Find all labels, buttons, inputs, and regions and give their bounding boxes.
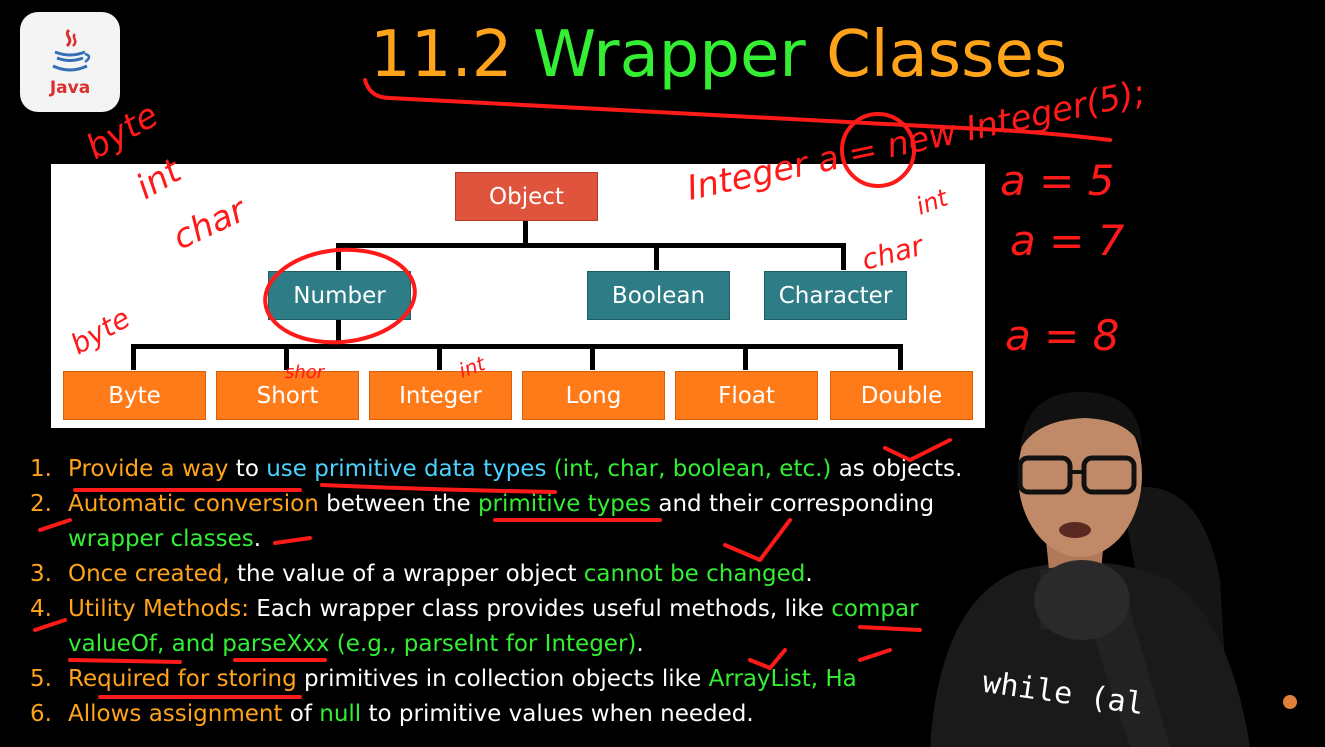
title-word-classes: Classes <box>826 18 1068 92</box>
node-boolean: Boolean <box>587 271 730 320</box>
node-character: Character <box>764 271 907 320</box>
connector <box>336 320 341 346</box>
points-list: 1. Provide a way to use primitive data ty… <box>30 452 1010 732</box>
connector <box>590 344 595 370</box>
class-hierarchy-diagram: Object Number Boolean Character Byte Sho… <box>51 164 985 428</box>
title-word-wrapper: Wrapper <box>532 18 806 92</box>
annotation-value-3: a = 8 <box>1005 311 1119 360</box>
point-2-continuation: wrapper classes. <box>68 526 262 552</box>
connector <box>841 243 846 270</box>
connector <box>131 344 136 370</box>
node-byte: Byte <box>63 371 206 420</box>
presenter-video: while (al <box>870 380 1325 747</box>
video-frame: Java 11.2 Wrapper Classes Object Number … <box>0 0 1325 747</box>
node-long: Long <box>522 371 665 420</box>
connector <box>336 243 341 270</box>
connector <box>336 243 846 248</box>
connector <box>898 344 903 370</box>
point-5: 5. Required for storing primitives in col… <box>30 666 857 692</box>
node-float: Float <box>675 371 818 420</box>
connector <box>437 344 442 370</box>
connector <box>131 344 903 349</box>
node-object: Object <box>455 172 598 221</box>
node-integer: Integer <box>369 371 512 420</box>
connector <box>743 344 748 370</box>
connector <box>523 221 528 245</box>
point-6: 6. Allows assignment of null to primitive… <box>30 701 754 727</box>
java-cup-icon <box>47 26 93 76</box>
connector <box>654 243 659 270</box>
logo-text: Java <box>49 78 91 98</box>
point-4: 4. Utility Methods: Each wrapper class pr… <box>30 596 919 622</box>
point-2: 2. Automatic conversion between the primi… <box>30 491 935 517</box>
point-3: 3. Once created, the value of a wrapper o… <box>30 561 813 587</box>
title-number: 11.2 <box>370 18 513 92</box>
connector <box>284 344 289 370</box>
point-4-continuation: valueOf, and parseXxx (e.g., parseInt fo… <box>68 631 644 657</box>
node-short: Short <box>216 371 359 420</box>
point-1: 1. Provide a way to use primitive data ty… <box>30 456 963 482</box>
annotation-value-1: a = 5 <box>1000 156 1114 205</box>
node-number: Number <box>268 271 411 320</box>
java-logo: Java <box>20 12 120 112</box>
annotation-value-2: a = 7 <box>1010 216 1125 265</box>
slide-title: 11.2 Wrapper Classes <box>370 18 1067 92</box>
